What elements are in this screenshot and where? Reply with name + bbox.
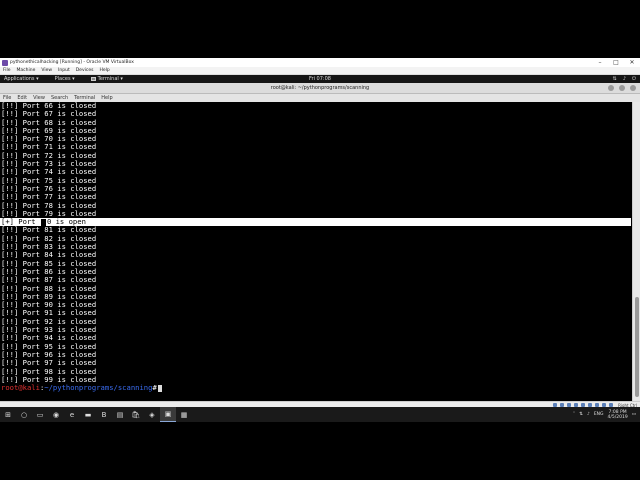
terminal-menu-file[interactable]: File: [3, 95, 11, 101]
tray-date: 4/5/2019: [607, 414, 628, 420]
terminal-minimize-button[interactable]: [608, 85, 614, 91]
prompt-path: ~/pythonprograms/scanning: [44, 383, 153, 393]
terminal-lines: [!!] Port 66 is closed [!!] Port 67 is c…: [0, 102, 631, 393]
vbox-menubar: File Machine View Input Devices Help: [0, 67, 640, 75]
applications-menu[interactable]: Applications ▾: [4, 76, 39, 82]
terminal-scrollbar[interactable]: [632, 102, 640, 401]
app-taskbar-icon[interactable]: B: [96, 407, 112, 422]
prompt-symbol: #: [152, 383, 157, 393]
vbox-menu-file[interactable]: File: [3, 68, 11, 73]
terminal-maximize-button[interactable]: [619, 85, 625, 91]
volume-icon[interactable]: ♪: [623, 76, 626, 82]
panel-tray: ⇅ ♪ ⏻: [613, 75, 636, 83]
app-taskbar-icon[interactable]: ◈: [144, 407, 160, 422]
network-icon[interactable]: ⇅: [613, 76, 617, 82]
edge-taskbar-icon[interactable]: e: [64, 407, 80, 422]
file-explorer-taskbar-icon[interactable]: ▤: [112, 407, 128, 422]
terminal-icon: [90, 77, 96, 81]
vbox-menu-machine[interactable]: Machine: [17, 68, 36, 73]
terminal-menubar: File Edit View Search Terminal Help: [0, 94, 640, 102]
store-taskbar-icon[interactable]: 🛍: [128, 407, 144, 422]
virtualbox-icon: [2, 59, 8, 66]
start-button[interactable]: ⊞: [0, 407, 16, 422]
tray-language[interactable]: ENG: [594, 412, 604, 417]
task-view-button[interactable]: ▭: [32, 407, 48, 422]
terminal-output[interactable]: [!!] Port 66 is closed [!!] Port 67 is c…: [0, 102, 632, 401]
close-button[interactable]: ✕: [624, 58, 640, 67]
vbox-menu-view[interactable]: View: [41, 68, 52, 73]
app-taskbar-icon[interactable]: ▬: [80, 407, 96, 422]
terminal-app-menu[interactable]: Terminal ▾: [90, 76, 123, 82]
terminal-menu-view[interactable]: View: [33, 95, 45, 101]
terminal-menu-help[interactable]: Help: [101, 95, 112, 101]
minimize-button[interactable]: –: [592, 58, 608, 67]
output-line: [!!] Port 79 is closed: [1, 208, 97, 218]
vbox-menu-help[interactable]: Help: [99, 68, 109, 73]
shell-prompt[interactable]: root@kali:~/pythonprograms/scanning#: [1, 383, 631, 393]
tray-clock[interactable]: 7:08 PM 4/5/2019: [608, 410, 628, 420]
terminal-window-buttons: [608, 85, 636, 91]
notifications-icon[interactable]: ▭: [632, 412, 636, 417]
app-taskbar-icon[interactable]: ▦: [176, 407, 192, 422]
vbox-menu-input[interactable]: Input: [58, 68, 70, 73]
terminal-menu-edit[interactable]: Edit: [17, 95, 27, 101]
prompt-user: root@kali: [1, 383, 40, 393]
terminal-menu-terminal[interactable]: Terminal: [74, 95, 95, 101]
vbox-menu-devices[interactable]: Devices: [76, 68, 94, 73]
terminal-menu-search[interactable]: Search: [51, 95, 68, 101]
letterbox-top: [0, 0, 640, 58]
scrollbar-thumb[interactable]: [635, 297, 639, 397]
terminal-titlebar: root@kali: ~/pythonprograms/scanning: [0, 83, 640, 94]
terminal-title: root@kali: ~/pythonprograms/scanning: [270, 85, 370, 91]
vbox-titlebar: pythonethicalhacking [Running] - Oracle …: [0, 58, 640, 67]
kali-top-panel: Fri 07:08 Applications ▾ Places ▾ Termin…: [0, 75, 640, 83]
system-tray: ˄ ⇅ ♪ ENG 7:08 PM 4/5/2019 ▭: [573, 407, 636, 422]
terminal-app-menu-label: Terminal ▾: [97, 76, 123, 82]
tray-network-icon[interactable]: ⇅: [579, 412, 583, 417]
letterbox-bottom: [0, 422, 640, 480]
power-icon[interactable]: ⏻: [632, 76, 636, 82]
vbox-window-title: pythonethicalhacking [Running] - Oracle …: [10, 60, 134, 65]
maximize-button[interactable]: □: [608, 58, 624, 67]
tray-chevron-icon[interactable]: ˄: [573, 412, 575, 417]
windows-taskbar: ⊞ ○ ▭ ◉ e ▬ B ▤ 🛍 ◈ ▣ ▦ ˄ ⇅ ♪ ENG 7:08 P…: [0, 407, 640, 422]
search-button[interactable]: ○: [16, 407, 32, 422]
virtualbox-taskbar-icon[interactable]: ▣: [160, 407, 176, 422]
places-menu[interactable]: Places ▾: [55, 76, 75, 82]
text-cursor: [157, 384, 162, 392]
tray-volume-icon[interactable]: ♪: [587, 412, 590, 417]
terminal-close-button[interactable]: [630, 85, 636, 91]
chrome-taskbar-icon[interactable]: ◉: [48, 407, 64, 422]
